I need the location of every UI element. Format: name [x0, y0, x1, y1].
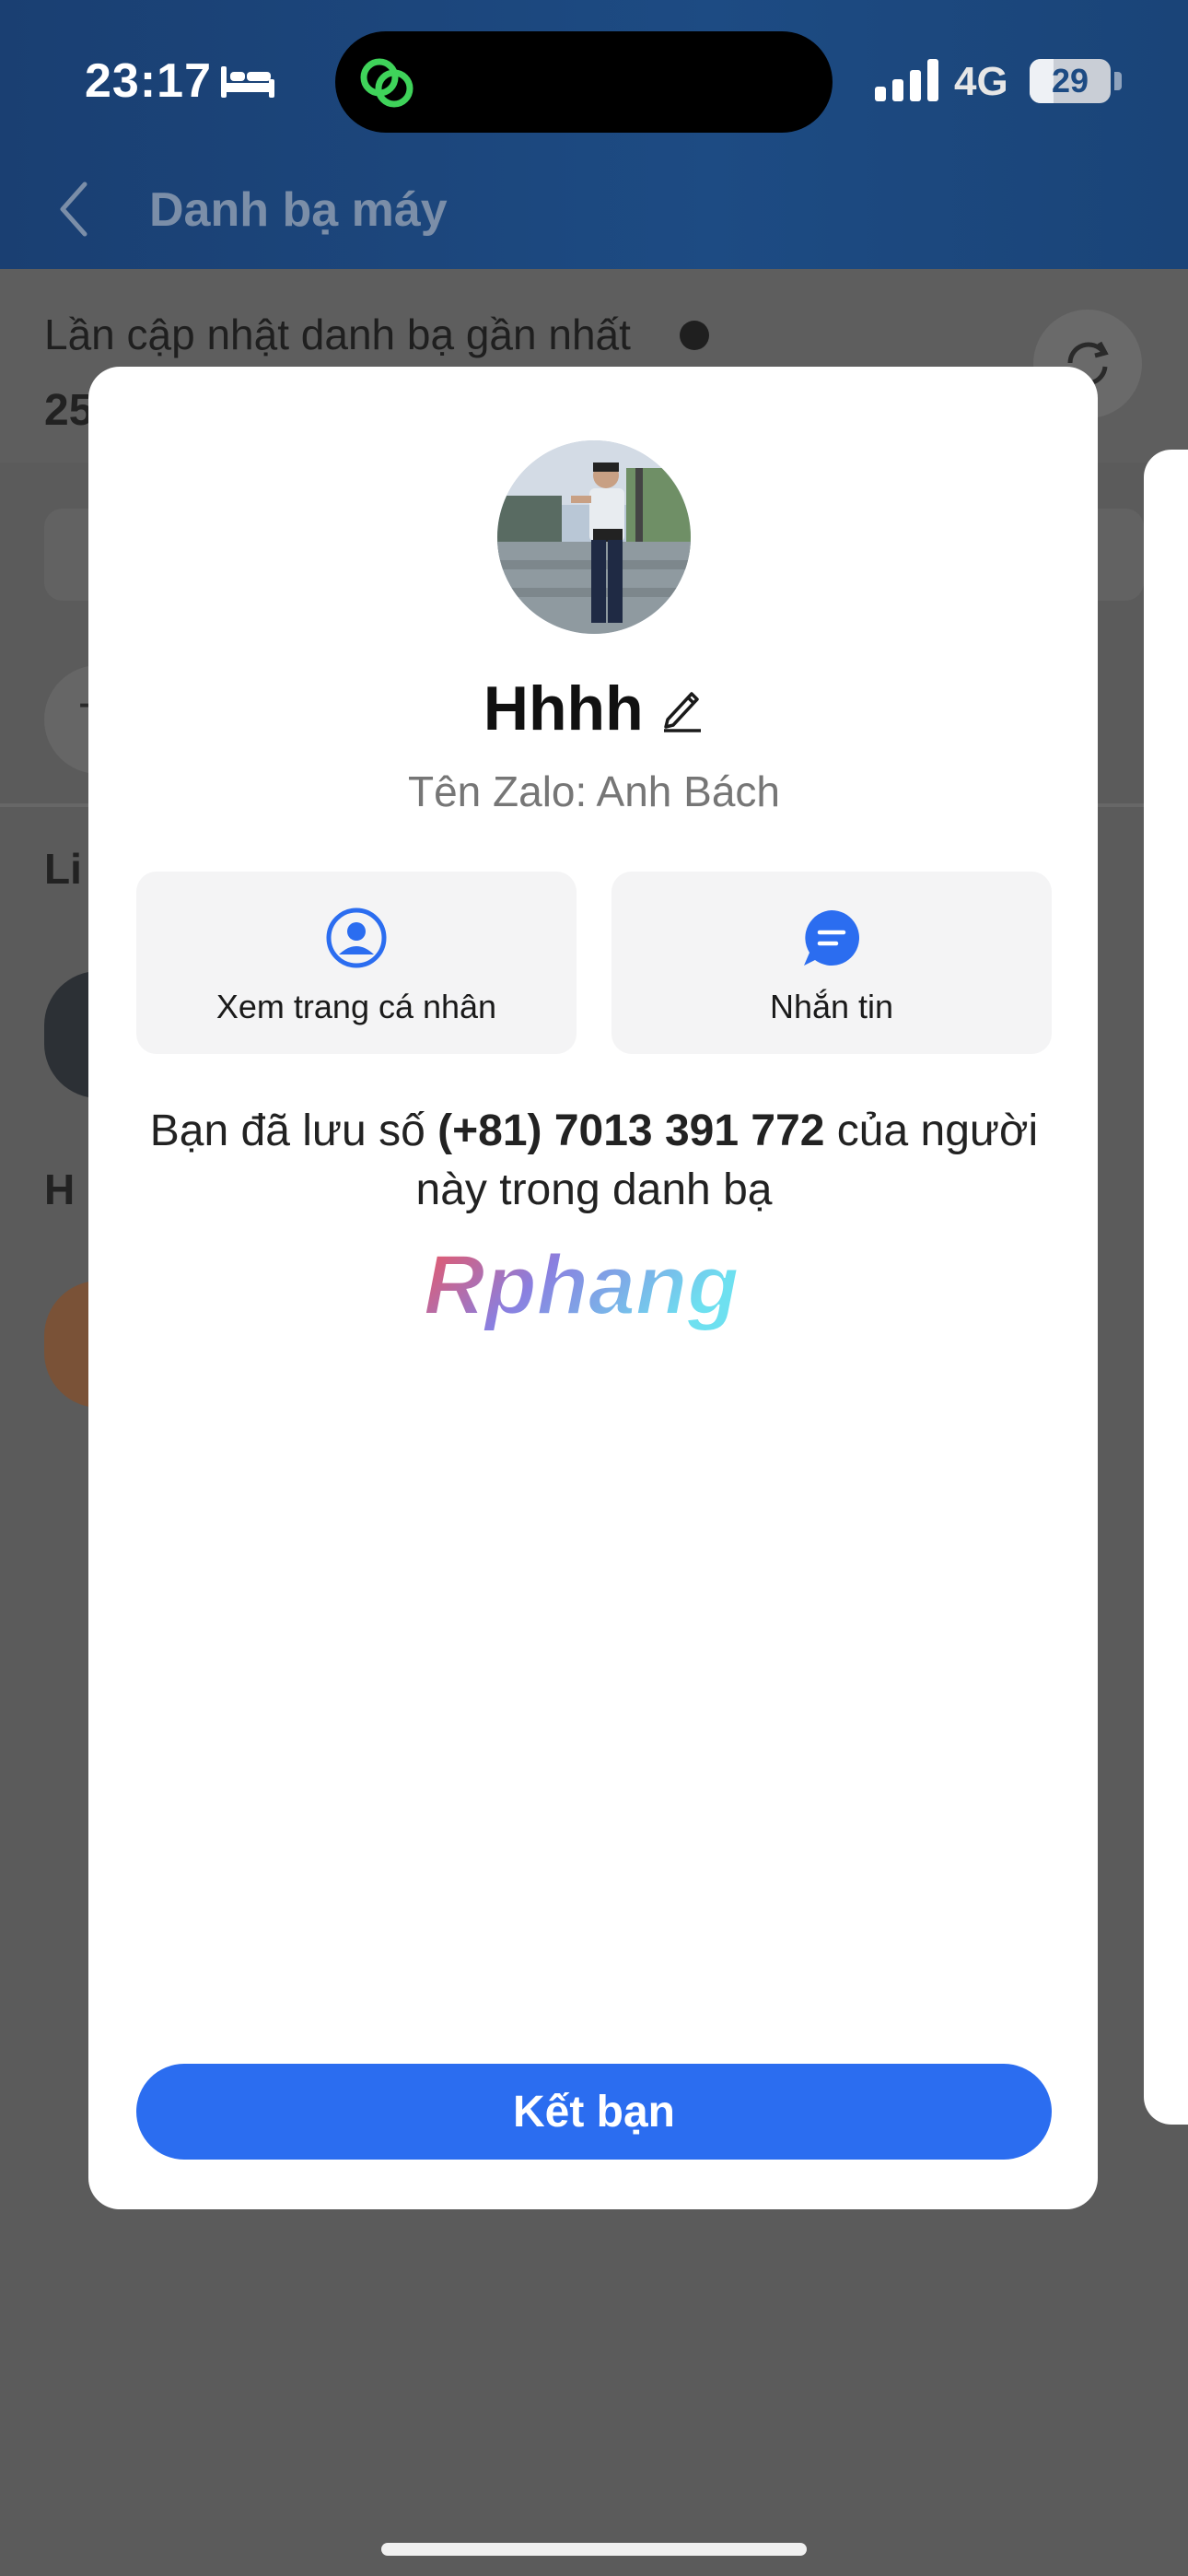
view-profile-label: Xem trang cá nhân	[215, 988, 497, 1025]
saved-prefix: Bạn đã lưu số	[149, 1107, 438, 1155]
chevron-left-icon[interactable]	[57, 181, 90, 238]
bed-icon	[221, 66, 274, 98]
network-label: 4G	[954, 59, 1008, 104]
battery-nub	[1114, 72, 1122, 90]
name-row: Hhhh	[0, 673, 1188, 750]
battery-level: 29	[1051, 62, 1089, 100]
rphang-watermark-logo: Rphang	[423, 1238, 740, 1333]
saved-contact-text: Bạn đã lưu số (+81) 7013 391 772 của ngư…	[129, 1102, 1059, 1220]
signal-icon	[875, 59, 938, 101]
contact-name: Hhhh	[483, 673, 644, 744]
saved-phone-number: (+81) 7013 391 772	[437, 1107, 825, 1155]
last-update-value: 25	[44, 386, 94, 435]
message-button[interactable]: Nhắn tin	[611, 872, 1052, 1054]
message-label: Nhắn tin	[769, 988, 894, 1025]
section-header-h: H	[44, 1165, 76, 1213]
watermark-text: Rphang	[424, 1238, 739, 1332]
avatar-photo	[497, 440, 691, 634]
add-friend-button[interactable]: Kết bạn	[136, 2064, 1052, 2160]
section-header: Li	[44, 845, 82, 893]
battery-icon: 29	[1030, 59, 1111, 103]
info-icon[interactable]	[680, 321, 709, 350]
home-indicator[interactable]	[381, 2543, 807, 2556]
last-update-label: Lần cập nhật danh bạ gần nhất	[44, 310, 631, 358]
user-profile-icon	[326, 907, 387, 968]
view-profile-button[interactable]: Xem trang cá nhân	[136, 872, 577, 1054]
status-time: 23:17	[85, 54, 212, 108]
pencil-icon[interactable]	[660, 685, 705, 732]
message-icon	[804, 910, 859, 966]
avatar[interactable]	[497, 440, 691, 634]
chain-link-icon	[360, 58, 413, 108]
page-title: Danh bạ máy	[149, 183, 448, 237]
zalo-name: Tên Zalo: Anh Bách	[407, 767, 781, 815]
